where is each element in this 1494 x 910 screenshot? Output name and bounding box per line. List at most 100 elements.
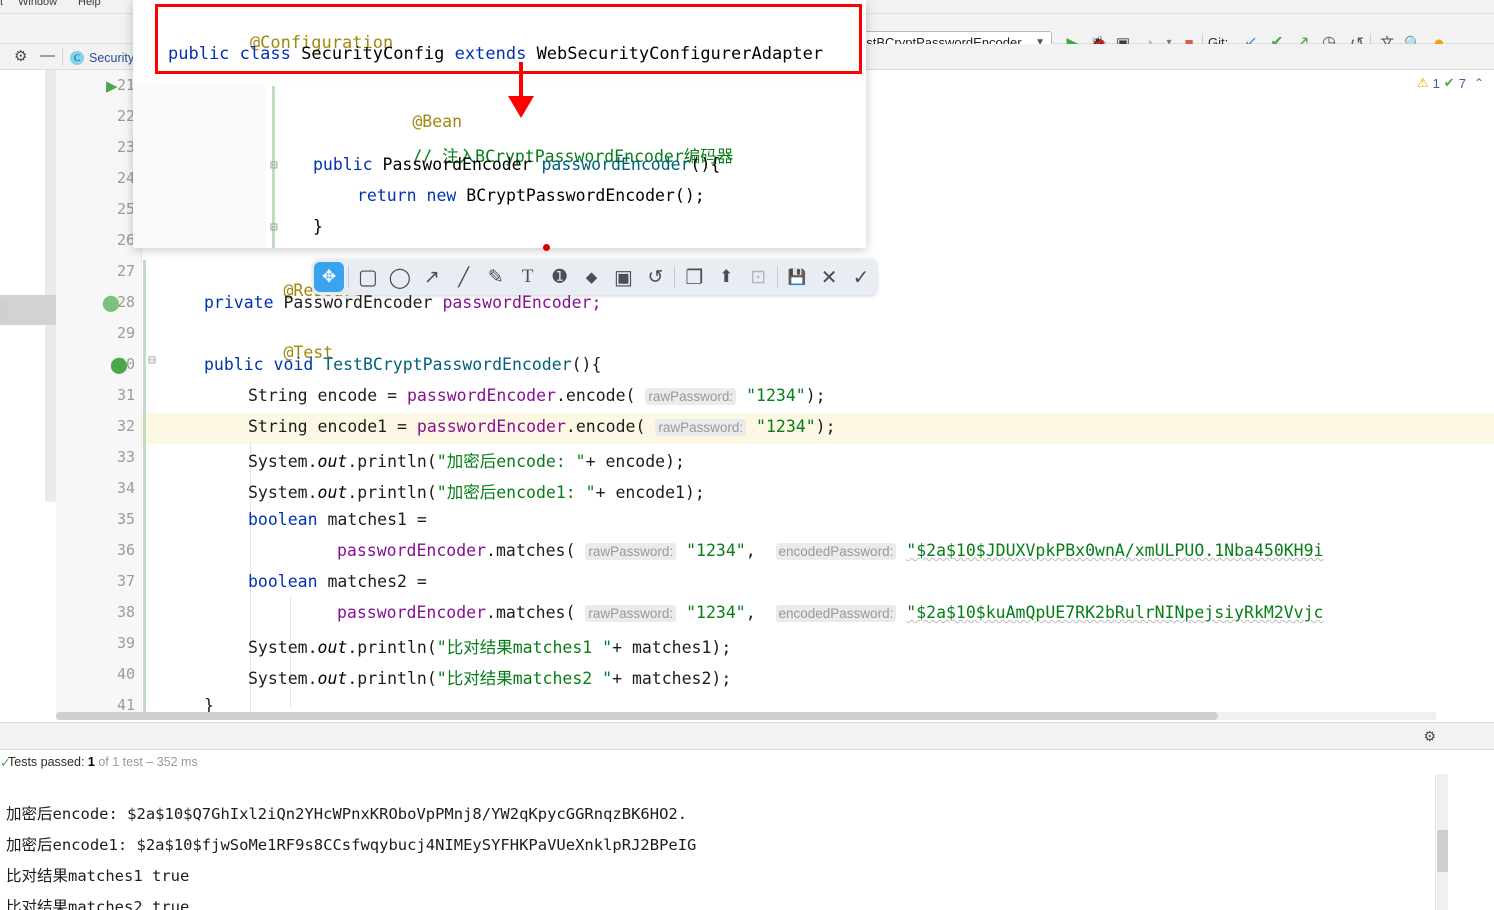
var-matches1: matches1	[631, 638, 712, 657]
code-line-32: String encode1 = passwordEncoder.encode(…	[248, 417, 836, 436]
method-println: println	[357, 452, 427, 471]
keyword-return: return	[357, 186, 417, 205]
code-line-33: System.out.println("加密后encode: "+ encode…	[248, 452, 685, 471]
pencil-tool[interactable]: ✎	[481, 262, 511, 292]
tab-security-config[interactable]: C Security	[70, 46, 134, 70]
field-out: out	[317, 638, 348, 657]
bean-injection-icon[interactable]: ⬤	[102, 296, 120, 312]
arrow-tool[interactable]: ↗	[417, 262, 447, 292]
type-string: String	[248, 386, 308, 405]
run-test-method-icon[interactable]: ⬤	[110, 358, 128, 374]
java-class-icon: C	[70, 51, 84, 65]
class-system: System	[248, 669, 308, 688]
line-number: 25	[116, 200, 135, 218]
screenshot-root: t Window Help estBCryptPasswordEncoder ▼…	[0, 0, 1494, 910]
string-print-encode: "加密后encode: "	[436, 452, 586, 471]
upload-tool[interactable]: ⬆	[711, 262, 741, 292]
line-tool[interactable]: ╱	[449, 262, 479, 292]
tests-passed-detail: of 1 test – 352 ms	[98, 755, 198, 769]
rectangle-tool[interactable]: ▢	[353, 262, 383, 292]
line-number: 29	[116, 324, 135, 342]
screenshot-preview-card[interactable]: @Configuration public class SecurityConf…	[133, 0, 866, 248]
toolbar-divider	[347, 266, 349, 288]
left-scroll-track[interactable]	[45, 70, 56, 502]
text-tool[interactable]: T	[513, 262, 543, 292]
code-line-34: System.out.println("加密后encode1: "+ encod…	[248, 483, 705, 502]
code-line-39: System.out.println("比对结果matches1 "+ matc…	[248, 638, 732, 657]
editor-hscroll-thumb[interactable]	[56, 712, 1218, 720]
field-ref-password-encoder: passwordEncoder	[406, 386, 556, 405]
keyword-boolean: boolean	[248, 510, 318, 529]
window-edge-marker	[0, 302, 8, 320]
undo-tool[interactable]: ↺	[640, 262, 670, 292]
method-println: println	[357, 638, 427, 657]
line-number: 35	[116, 510, 135, 528]
var-encode1: encode1	[317, 417, 388, 436]
menu-item-window[interactable]: Window	[18, 0, 57, 8]
keyword-new: new	[426, 186, 457, 205]
type-string: String	[248, 417, 308, 436]
run-test-class-icon[interactable]: ▶	[106, 79, 118, 94]
marker-number-tool[interactable]: ➊	[545, 262, 575, 292]
line-number: 38	[116, 603, 135, 621]
menu-item-help[interactable]: Help	[78, 0, 101, 8]
keyword-public: public	[204, 355, 264, 374]
code-line-31: String encode = passwordEncoder.encode( …	[248, 386, 826, 405]
var-encode: encode	[605, 452, 666, 471]
ocr-tool[interactable]: ⊡	[743, 262, 773, 292]
eraser-tool[interactable]: ◆	[577, 262, 607, 292]
class-system: System	[248, 483, 308, 502]
gear-icon[interactable]: ⚙	[14, 47, 27, 65]
line-number: 31	[116, 386, 135, 404]
red-arrow-head	[508, 96, 534, 118]
string-raw-password: "1234"	[686, 603, 746, 622]
type-password-encoder: PasswordEncoder	[382, 155, 532, 174]
minimize-icon[interactable]: —	[40, 47, 55, 64]
run-tool-window: ⚙ ✓ Tests passed: 1 of 1 test – 352 ms 加…	[0, 722, 1494, 910]
console-output[interactable]: 加密后encode: $2a$10$Q7GhIxl2iQn2YHcWPnxKRO…	[0, 774, 1436, 910]
string-print-matches1: "比对结果matches1 "	[436, 638, 613, 657]
line-number: 36	[116, 541, 135, 559]
param-hint-raw-password: rawPassword:	[655, 419, 747, 436]
console-line: 比对结果matches1 true	[6, 867, 190, 885]
constructor-bcrypt: BCryptPasswordEncoder();	[466, 186, 705, 205]
ellipse-tool[interactable]: ◯	[385, 262, 415, 292]
red-anchor-dot[interactable]	[543, 244, 550, 251]
editor-gutter[interactable]: 21 22 23 24 25 26 27 28 29 30 31 32 33 3…	[56, 70, 142, 718]
code-line-40: System.out.println("比对结果matches2 "+ matc…	[248, 669, 732, 688]
preview-fold-icon[interactable]: ⊟	[270, 158, 278, 173]
line-number: 32	[116, 417, 135, 435]
line-number: 23	[116, 138, 135, 156]
var-matches2: matches2	[327, 572, 407, 591]
move-tool[interactable]: ✥	[314, 262, 344, 292]
field-out: out	[317, 669, 348, 688]
run-panel-header	[0, 722, 1494, 750]
console-line: 比对结果matches2 true	[6, 898, 190, 910]
console-line: 加密后encode: $2a$10$Q7GhIxl2iQn2YHcWPnxKRO…	[6, 805, 688, 823]
snip-line-configuration: @Configuration	[168, 13, 393, 71]
preview-gutter-band	[133, 86, 266, 248]
settings-gear-icon[interactable]: ⚙	[1423, 728, 1436, 745]
save-tool[interactable]: 💾	[782, 262, 812, 292]
preview-line-close-brace: }	[313, 217, 323, 236]
keyword-public: public	[313, 155, 373, 174]
toolbar-divider-2	[674, 266, 676, 288]
copy-tool[interactable]: ❐	[679, 262, 709, 292]
tests-passed-count: 1	[87, 755, 95, 769]
code-line-30: public void TestBCryptPasswordEncoder(){	[204, 355, 602, 374]
keyword-class: class	[239, 44, 291, 64]
confirm-tool[interactable]: ✓	[846, 262, 876, 292]
close-tool[interactable]: ✕	[814, 262, 844, 292]
var-matches1: matches1	[327, 510, 407, 529]
menu-item-t[interactable]: t	[0, 0, 3, 8]
tabstrip-divider	[62, 48, 63, 66]
preview-fold-icon-2[interactable]: ⊟	[270, 220, 278, 235]
mosaic-tool[interactable]: ▣	[609, 262, 639, 292]
console-scroll-thumb[interactable]	[1437, 830, 1448, 872]
left-scroll-thumb[interactable]	[0, 295, 56, 325]
line-number: 37	[116, 572, 135, 590]
annotation-toolbar[interactable]: ✥ ▢ ◯ ↗ ╱ ✎ T ➊ ◆ ▣ ↺ ❐ ⬆ ⊡ 💾 ✕ ✓	[313, 259, 877, 295]
preview-line-method: public PasswordEncoder passwordEncoder()…	[313, 155, 721, 174]
field-ref-password-encoder: passwordEncoder	[416, 417, 566, 436]
class-system: System	[248, 638, 308, 657]
